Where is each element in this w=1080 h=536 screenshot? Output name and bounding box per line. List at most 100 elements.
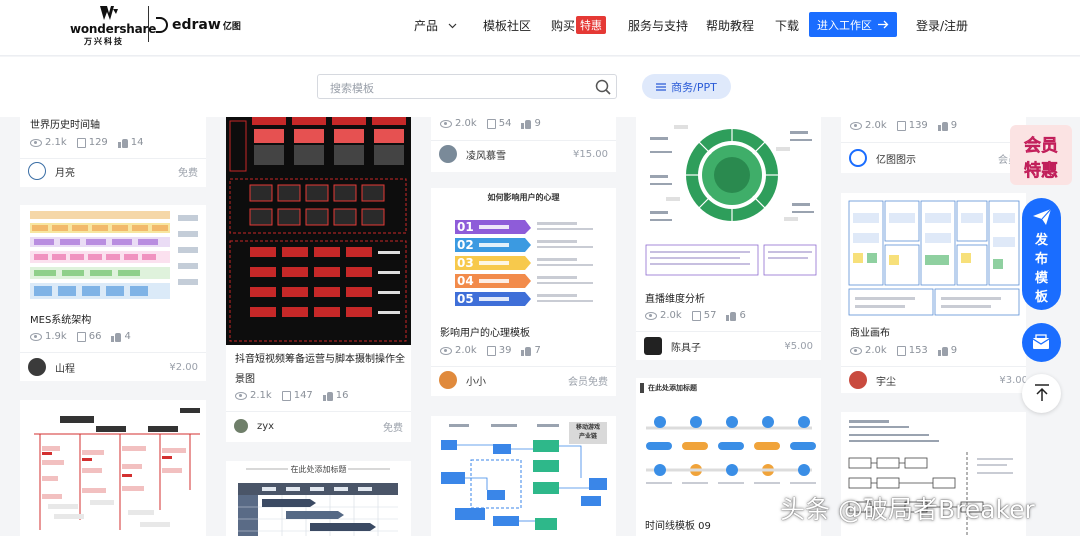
likes-icon (937, 121, 948, 131)
author-name[interactable]: 宇尘 (876, 373, 896, 388)
card-footer: 陈具子 ¥5.00 (644, 336, 813, 356)
card-divider (841, 366, 1026, 367)
login-register-link[interactable]: 登录/注册 (916, 17, 968, 34)
card-divider (431, 140, 616, 141)
template-thumbnail[interactable] (20, 205, 206, 307)
message-button[interactable] (1022, 323, 1061, 362)
logo-divider (148, 6, 149, 42)
nav-buy[interactable]: 购买 特惠 (551, 16, 607, 34)
card-stats: 2.0k 57 6 (645, 310, 746, 321)
vip-offer-banner[interactable]: 会员 特惠 (1010, 125, 1072, 185)
nav-download[interactable]: 下载 (775, 17, 799, 34)
nav-template-community[interactable]: 模板社区 (483, 17, 531, 34)
card-footer: 亿图图示 会员免 (849, 148, 1026, 168)
template-card[interactable]: MES系统架构 1.9k 66 4 山程 ¥2.00 (20, 205, 206, 381)
copies-icon (281, 390, 291, 401)
copies-count: 129 (88, 137, 108, 148)
card-footer: zyx 免费 (234, 416, 403, 436)
back-to-top-button[interactable] (1022, 374, 1061, 413)
template-card[interactable]: 2.0k 139 9 亿图图示 会员免 (841, 117, 1026, 173)
edraw-logo[interactable]: edraw 亿图 (156, 15, 241, 35)
wondershare-logo[interactable]: wondershare 万兴科技 (70, 6, 156, 46)
template-card[interactable]: 商业画布 2.0k 153 9 宇尘 ¥3.00 (841, 193, 1026, 393)
likes-count: 4 (124, 331, 131, 342)
avatar[interactable] (439, 145, 457, 163)
template-thumbnail[interactable] (226, 117, 411, 345)
template-card[interactable]: 世界历史时间轴 2.1k 129 14 月亮 免费 (20, 117, 206, 187)
search-placeholder: 搜索模板 (330, 82, 374, 95)
card-title-line2: 景图 (235, 374, 255, 385)
copies-icon (896, 345, 906, 356)
business-canvas-preview (848, 200, 1020, 316)
copies-count: 66 (88, 331, 102, 342)
author-name[interactable]: 凌风慕雪 (466, 147, 506, 162)
likes-count: 9 (950, 345, 958, 356)
nav-buy-label: 购买 (551, 19, 576, 33)
template-thumbnail[interactable] (20, 400, 206, 536)
top-header: wondershare 万兴科技 edraw 亿图 产品 模板社区 购买 特惠 服… (0, 0, 1080, 56)
template-card[interactable]: 2.0k 54 9 凌风慕雪 ¥15.00 (431, 117, 616, 172)
arrow-up-icon (1035, 384, 1049, 401)
copies-count: 147 (293, 390, 313, 401)
author-name[interactable]: 月亮 (55, 164, 75, 179)
views-icon (850, 346, 862, 355)
author-name[interactable]: 陈具子 (671, 339, 701, 354)
avatar[interactable] (28, 162, 46, 180)
card-stats: 2.0k 139 9 (850, 120, 957, 131)
publish-char: 布 (1034, 252, 1048, 267)
edraw-cn-wordmark: 亿图 (222, 21, 241, 32)
thumb-badge-line2: 产业链 (578, 433, 597, 440)
search-input[interactable]: 搜索模板 (317, 74, 617, 99)
card-divider (431, 366, 616, 367)
thumb-title: 在此处添加标题 (648, 384, 697, 392)
publish-char: 模 (1034, 271, 1048, 286)
step-number: 01 (457, 220, 474, 234)
template-card[interactable]: 移动游戏 产业链 (431, 416, 616, 536)
template-card[interactable]: 抖音短视频筹备运营与脚本摄制操作全 景图 2.1k 147 16 zyx 免费 (226, 117, 411, 442)
avatar[interactable] (28, 358, 46, 376)
likes-icon (322, 391, 333, 401)
template-thumbnail[interactable]: 如何影响用户的心理 01 02 03 04 05 (431, 188, 616, 318)
template-card[interactable] (20, 400, 206, 536)
template-thumbnail[interactable]: 在此处添加标题 (226, 461, 411, 536)
category-filter-label: 商务/PPT (671, 80, 717, 94)
avatar[interactable] (234, 419, 248, 433)
likes-count: 9 (534, 118, 541, 129)
views-count: 2.0k (865, 120, 887, 131)
template-thumbnail[interactable]: 移动游戏 产业链 (431, 416, 616, 536)
publish-template-button[interactable]: 发 布 模 板 (1022, 198, 1061, 310)
nav-products[interactable]: 产品 (414, 17, 457, 34)
price-label: 免费 (178, 167, 198, 179)
search-icon[interactable] (594, 78, 612, 96)
card-title: 影响用户的心理模板 (440, 328, 530, 339)
thumb-badge-line1: 移动游戏 (575, 424, 600, 431)
template-card[interactable]: 直播维度分析 2.0k 57 6 陈具子 ¥5.00 (636, 117, 821, 360)
template-thumbnail[interactable] (841, 193, 1026, 319)
author-name[interactable]: 亿图图示 (876, 151, 916, 166)
copies-icon (76, 137, 86, 148)
template-card[interactable]: 在此处添加标题 (226, 461, 411, 536)
card-stats: 2.0k 54 9 (440, 118, 541, 129)
card-title: 商业画布 (850, 328, 890, 339)
author-name[interactable]: 山程 (55, 360, 75, 375)
author-name[interactable]: zyx (257, 421, 274, 432)
avatar[interactable] (849, 149, 867, 167)
views-icon (30, 332, 42, 341)
category-filter-pill[interactable]: 商务/PPT (642, 74, 731, 99)
author-name[interactable]: 小小 (466, 373, 486, 388)
template-thumbnail[interactable] (636, 117, 821, 285)
views-count: 2.0k (455, 345, 477, 356)
enter-workspace-button[interactable]: 进入工作区 (809, 12, 897, 37)
avatar[interactable] (644, 337, 662, 355)
avatar[interactable] (849, 371, 867, 389)
nav-help-tutorial[interactable]: 帮助教程 (706, 17, 754, 34)
card-divider (226, 411, 411, 412)
views-icon (30, 138, 42, 147)
template-card[interactable]: 如何影响用户的心理 01 02 03 04 05 影响用户的心理模板 2.0k … (431, 188, 616, 396)
avatar[interactable] (439, 371, 457, 389)
card-title: MES系统架构 (30, 315, 92, 326)
price-label: ¥15.00 (573, 148, 608, 160)
nav-service-support[interactable]: 服务与支持 (628, 17, 688, 34)
card-title: 世界历史时间轴 (30, 120, 100, 131)
views-count: 2.0k (455, 118, 477, 129)
